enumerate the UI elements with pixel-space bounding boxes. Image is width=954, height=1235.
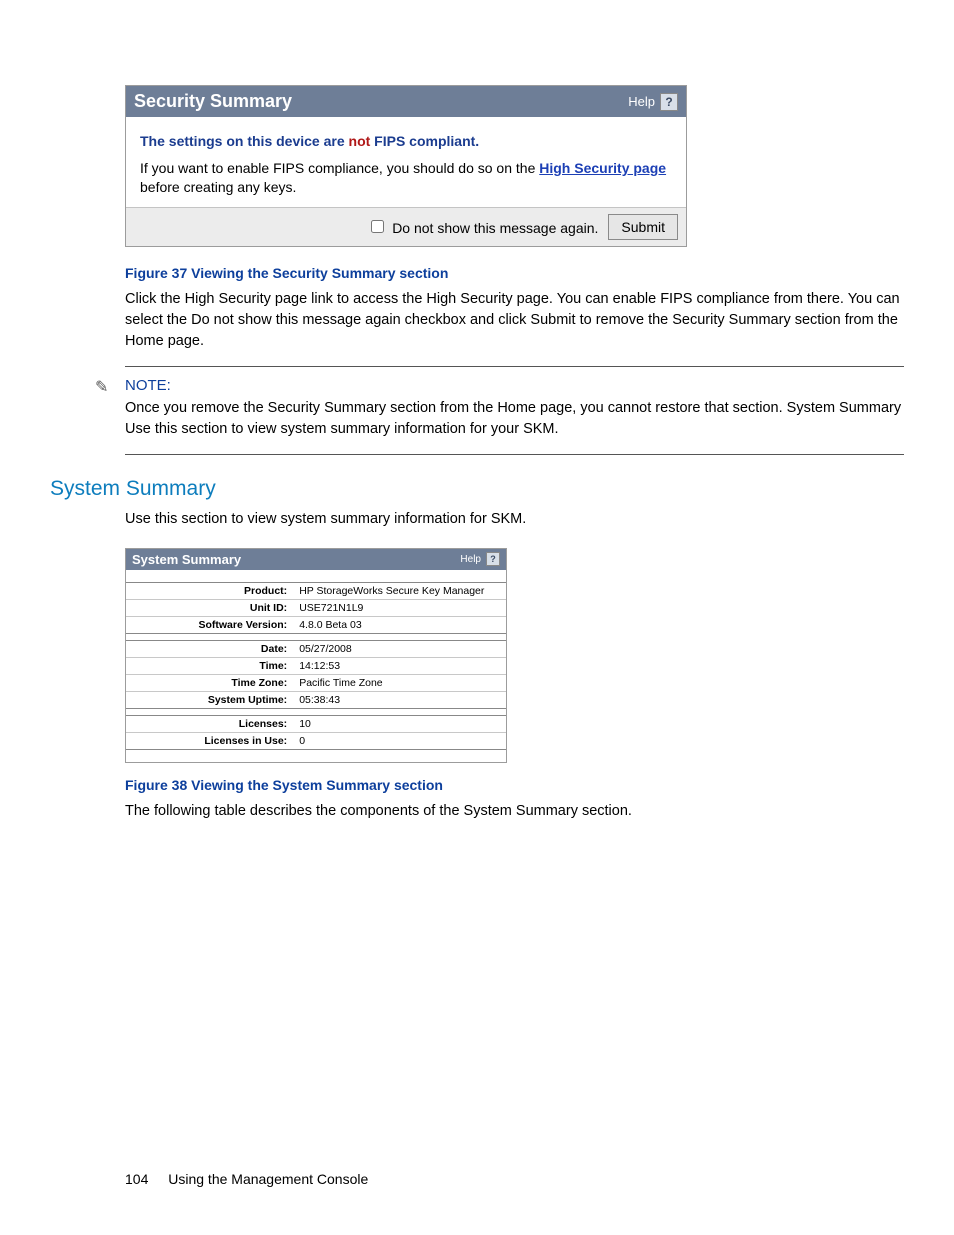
fips-body-text: If you want to enable FIPS compliance, y… (140, 159, 672, 197)
page-footer: 104 Using the Management Console (125, 1171, 368, 1187)
table-row: Licenses in Use:0 (126, 732, 506, 749)
panel-header: System Summary Help ? (126, 549, 506, 570)
page-number: 104 (125, 1171, 148, 1187)
high-security-link[interactable]: High Security page (539, 160, 666, 176)
chapter-title: Using the Management Console (168, 1171, 368, 1187)
figure37-text: Click the High Security page link to acc… (125, 289, 904, 352)
panel-title: Security Summary (134, 91, 292, 112)
table-row: Software Version:4.8.0 Beta 03 (126, 616, 506, 633)
note-label: NOTE: (125, 377, 904, 394)
figure38-caption: Figure 38 Viewing the System Summary sec… (125, 777, 904, 793)
table-row: Time Zone:Pacific Time Zone (126, 674, 506, 691)
dont-show-checkbox-label[interactable]: Do not show this message again. (367, 217, 598, 236)
fips-status-line: The settings on this device are not FIPS… (140, 133, 672, 149)
submit-button[interactable]: Submit (608, 214, 678, 240)
table-row: Unit ID:USE721N1L9 (126, 599, 506, 616)
panel-header: Security Summary Help ? (126, 86, 686, 117)
security-summary-panel: Security Summary Help ? The settings on … (125, 85, 687, 247)
note-block: ✎ NOTE: Once you remove the Security Sum… (125, 377, 904, 440)
panel-title: System Summary (132, 552, 241, 567)
note-icon: ✎ (95, 377, 108, 397)
divider (125, 454, 904, 455)
help-label: Help (628, 94, 655, 109)
table-row: Licenses:10 (126, 715, 506, 732)
summary-group-3: Licenses:10 Licenses in Use:0 (126, 715, 506, 750)
system-summary-heading: System Summary (50, 477, 904, 501)
help-icon: ? (486, 552, 500, 566)
summary-group-2: Date:05/27/2008 Time:14:12:53 Time Zone:… (126, 640, 506, 709)
summary-group-1: Product:HP StorageWorks Secure Key Manag… (126, 582, 506, 634)
system-summary-intro: Use this section to view system summary … (125, 509, 904, 530)
dont-show-checkbox[interactable] (371, 220, 384, 233)
table-row: System Uptime:05:38:43 (126, 691, 506, 708)
help-link[interactable]: Help ? (460, 552, 500, 566)
figure37-caption: Figure 37 Viewing the Security Summary s… (125, 265, 904, 281)
table-row: Product:HP StorageWorks Secure Key Manag… (126, 582, 506, 599)
figure38-text: The following table describes the compon… (125, 801, 904, 822)
system-summary-panel: System Summary Help ? Product:HP Storage… (125, 548, 507, 763)
divider (125, 366, 904, 367)
panel-footer: Do not show this message again. Submit (126, 207, 686, 246)
help-link[interactable]: Help ? (628, 93, 678, 111)
help-label: Help (460, 554, 481, 565)
table-row: Time:14:12:53 (126, 657, 506, 674)
table-row: Date:05/27/2008 (126, 640, 506, 657)
help-icon: ? (660, 93, 678, 111)
note-text: Once you remove the Security Summary sec… (125, 398, 904, 440)
